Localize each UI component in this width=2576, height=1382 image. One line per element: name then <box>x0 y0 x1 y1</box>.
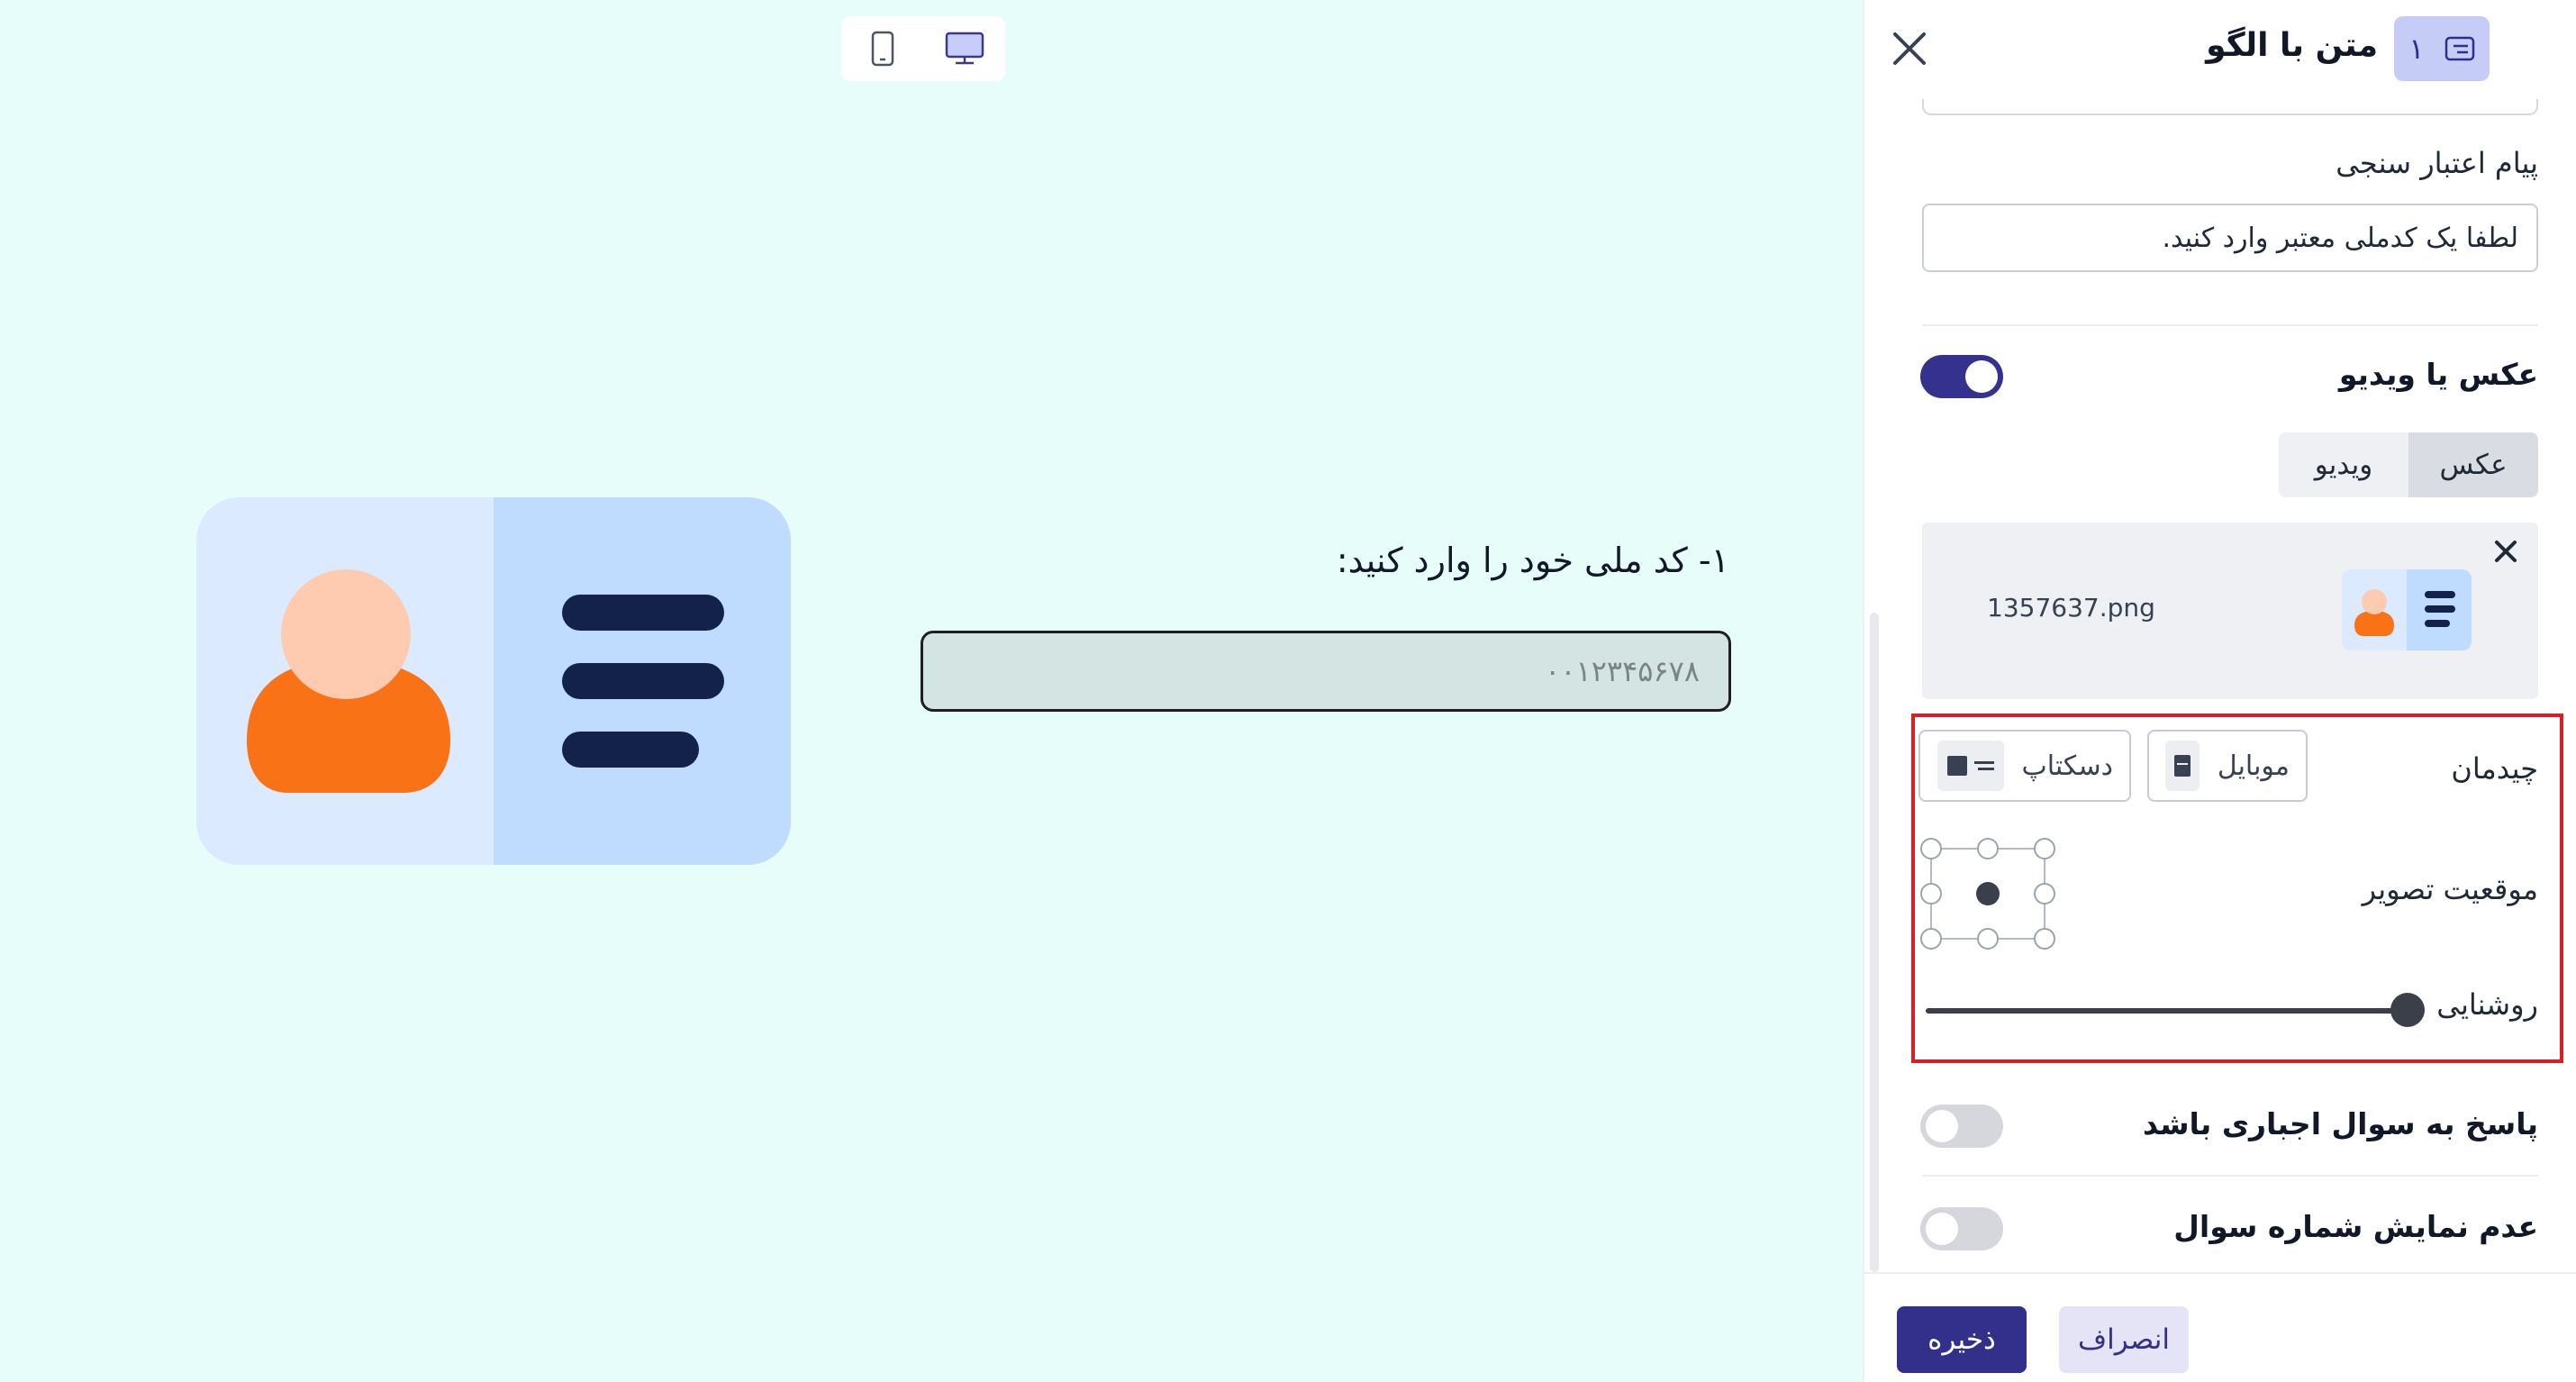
close-icon <box>1893 32 1926 65</box>
question-number: ۱ <box>2408 32 2425 66</box>
question-type-badge: ۱ <box>2394 16 2490 81</box>
uploaded-file: 1357637.png <box>1922 523 2538 699</box>
remove-file-button[interactable] <box>2488 533 2524 569</box>
image-position-label: موقعیت تصویر <box>2362 872 2538 906</box>
hide-number-toggle[interactable] <box>1920 1207 2003 1250</box>
question-title: ۱- کد ملی خود را وارد کنید: <box>1336 541 1729 580</box>
answer-input[interactable] <box>921 631 1731 712</box>
desktop-icon <box>945 32 984 65</box>
validation-label: پیام اعتبار سنجی <box>2336 146 2538 180</box>
layout-label: چیدمان <box>2451 751 2538 786</box>
id-card-illustration <box>196 497 791 865</box>
remove-file-icon <box>2495 541 2517 562</box>
preview-area: ۱- کد ملی خود را وارد کنید: <box>0 0 1863 1380</box>
layout-mobile-button[interactable]: موبایل <box>2147 730 2308 802</box>
layout-desktop-button[interactable]: دسکتاپ <box>1918 730 2131 802</box>
required-label: پاسخ به سوال اجباری باشد <box>2143 1106 2538 1141</box>
required-toggle[interactable] <box>1920 1105 2003 1148</box>
media-type-tabs: عکس ویدیو <box>2279 432 2538 497</box>
hide-number-label: عدم نمایش شماره سوال <box>2173 1209 2538 1244</box>
media-toggle[interactable] <box>1920 355 2003 398</box>
save-button[interactable]: ذخیره <box>1897 1306 2027 1373</box>
panel-header: ۱ متن با الگو <box>1864 0 2576 99</box>
mobile-layout-icon <box>2165 741 2200 791</box>
text-card-icon <box>2444 36 2474 61</box>
desktop-view-button[interactable] <box>933 22 996 76</box>
cancel-button[interactable]: انصراف <box>2059 1306 2189 1373</box>
close-button[interactable] <box>1884 23 1935 74</box>
divider <box>1922 324 2538 326</box>
file-name: 1357637.png <box>1987 593 2155 623</box>
brightness-slider[interactable] <box>1926 991 2425 1031</box>
brightness-label: روشنایی <box>2436 987 2538 1022</box>
tab-video[interactable]: ویدیو <box>2279 432 2408 497</box>
tab-image[interactable]: عکس <box>2408 432 2538 497</box>
settings-scroll-area[interactable]: پیام اعتبار سنجی عکس یا ویدیو عکس ویدیو <box>1864 99 2576 1270</box>
settings-panel: ۱ متن با الگو پیام اعتبار سنجی عکس یا وی… <box>1863 0 2576 1382</box>
validation-message-field[interactable] <box>1922 204 2538 272</box>
scrollbar[interactable] <box>1870 613 1879 1272</box>
mobile-view-button[interactable] <box>851 22 914 76</box>
slider-thumb[interactable] <box>2390 993 2425 1027</box>
media-label: عکس یا ویدیو <box>2338 357 2538 392</box>
layout-mobile-label: موبایل <box>2217 750 2290 782</box>
file-thumbnail <box>2342 569 2472 650</box>
desktop-layout-icon <box>1937 741 2004 791</box>
image-position-grid[interactable] <box>1918 838 2063 950</box>
divider <box>1922 1175 2538 1177</box>
layout-desktop-label: دسکتاپ <box>2021 750 2114 782</box>
panel-footer: ذخیره انصراف <box>1864 1272 2576 1382</box>
device-switch <box>841 16 1005 81</box>
previous-field[interactable] <box>1922 99 2538 115</box>
panel-title: متن با الگو <box>2206 27 2378 64</box>
mobile-icon <box>871 31 893 67</box>
